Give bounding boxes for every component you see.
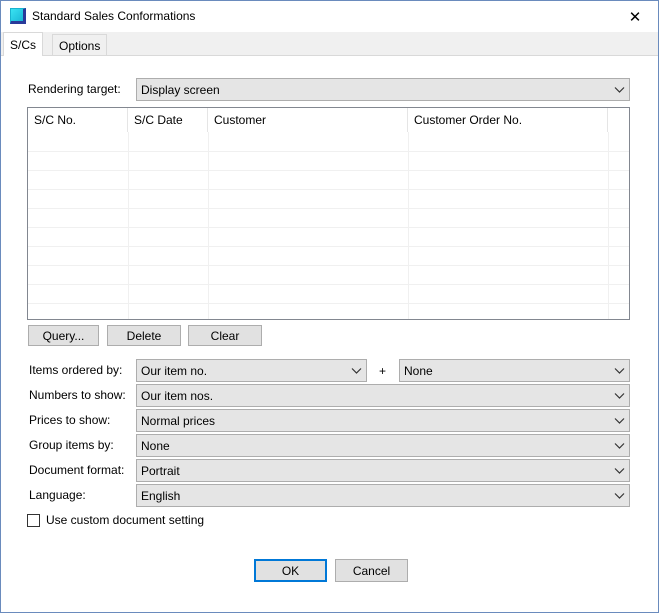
title-bar[interactable]: Standard Sales Conformations ✕: [1, 1, 658, 32]
chevron-down-icon: [614, 440, 625, 451]
numbers-to-show-label: Numbers to show:: [29, 388, 126, 402]
prices-to-show-value: Normal prices: [141, 413, 216, 428]
tab-scs[interactable]: S/Cs: [3, 32, 44, 56]
document-format-select[interactable]: Portrait: [136, 459, 630, 482]
document-format-value: Portrait: [141, 463, 180, 478]
chevron-down-icon: [614, 465, 625, 476]
group-items-by-select[interactable]: None: [136, 434, 630, 457]
prices-to-show-label: Prices to show:: [29, 413, 111, 427]
table-row: [28, 265, 629, 284]
numbers-to-show-value: Our item nos.: [141, 388, 214, 403]
tab-strip: S/Cs Options: [1, 32, 658, 56]
group-items-by-value: None: [141, 438, 170, 453]
items-ordered-by-label: Items ordered by:: [29, 363, 123, 377]
table-row: [28, 189, 629, 208]
rendering-target-label: Rendering target:: [28, 82, 121, 96]
table-row: [28, 303, 629, 319]
chevron-down-icon: [614, 490, 625, 501]
window-title: Standard Sales Conformations: [32, 9, 196, 23]
tab-options-label: Options: [59, 38, 101, 53]
custom-setting-checkbox[interactable]: [27, 514, 40, 527]
column-header-label: Customer Order No.: [414, 113, 523, 127]
column-header-label: Customer: [214, 113, 267, 127]
items-ordered-by-secondary-value: None: [404, 363, 433, 378]
numbers-to-show-select[interactable]: Our item nos.: [136, 384, 630, 407]
clear-button[interactable]: Clear: [188, 325, 262, 346]
dialog-window: Standard Sales Conformations ✕ S/Cs Opti…: [0, 0, 659, 613]
plus-sign: +: [379, 364, 387, 378]
column-header-label: S/C No.: [34, 113, 77, 127]
language-select[interactable]: English: [136, 484, 630, 507]
query-button[interactable]: Query...: [28, 325, 99, 346]
custom-setting-label[interactable]: Use custom document setting: [46, 513, 204, 527]
table-row: [28, 208, 629, 227]
cancel-button[interactable]: Cancel: [335, 559, 408, 582]
app-icon: [10, 8, 26, 24]
chevron-down-icon: [351, 365, 362, 376]
group-items-by-label: Group items by:: [29, 438, 114, 452]
table-row: [28, 151, 629, 170]
tab-scs-label: S/Cs: [10, 37, 37, 52]
items-ordered-by-secondary-select[interactable]: None: [399, 359, 630, 382]
prices-to-show-select[interactable]: Normal prices: [136, 409, 630, 432]
column-header-sc-date[interactable]: S/C Date: [128, 108, 208, 132]
language-value: English: [141, 488, 181, 503]
ok-button[interactable]: OK: [254, 559, 327, 582]
items-ordered-by-value: Our item no.: [141, 363, 208, 378]
rendering-target-select[interactable]: Display screen: [136, 78, 630, 101]
table-row: [28, 246, 629, 265]
language-label: Language:: [29, 488, 86, 502]
chevron-down-icon: [614, 415, 625, 426]
table-row: [28, 227, 629, 246]
rendering-target-value: Display screen: [141, 82, 220, 97]
document-format-label: Document format:: [29, 463, 125, 477]
tab-options[interactable]: Options: [52, 34, 108, 56]
table-row: [28, 170, 629, 189]
column-header-customer[interactable]: Customer: [208, 108, 408, 132]
table-row: [28, 284, 629, 303]
sc-list[interactable]: S/C No. S/C Date Customer Customer Order…: [27, 107, 630, 320]
sc-list-header: S/C No. S/C Date Customer Customer Order…: [28, 108, 629, 132]
tab-panel-scs: Rendering target: Display screen S/C No.…: [1, 55, 658, 612]
column-header-sc-no[interactable]: S/C No.: [28, 108, 128, 132]
close-button[interactable]: ✕: [612, 1, 658, 32]
delete-button[interactable]: Delete: [107, 325, 181, 346]
chevron-down-icon: [614, 365, 625, 376]
chevron-down-icon: [614, 84, 625, 95]
column-header-customer-order-no[interactable]: Customer Order No.: [408, 108, 608, 132]
items-ordered-by-select[interactable]: Our item no.: [136, 359, 367, 382]
column-header-label: S/C Date: [134, 113, 183, 127]
close-icon: ✕: [628, 8, 642, 26]
chevron-down-icon: [614, 390, 625, 401]
